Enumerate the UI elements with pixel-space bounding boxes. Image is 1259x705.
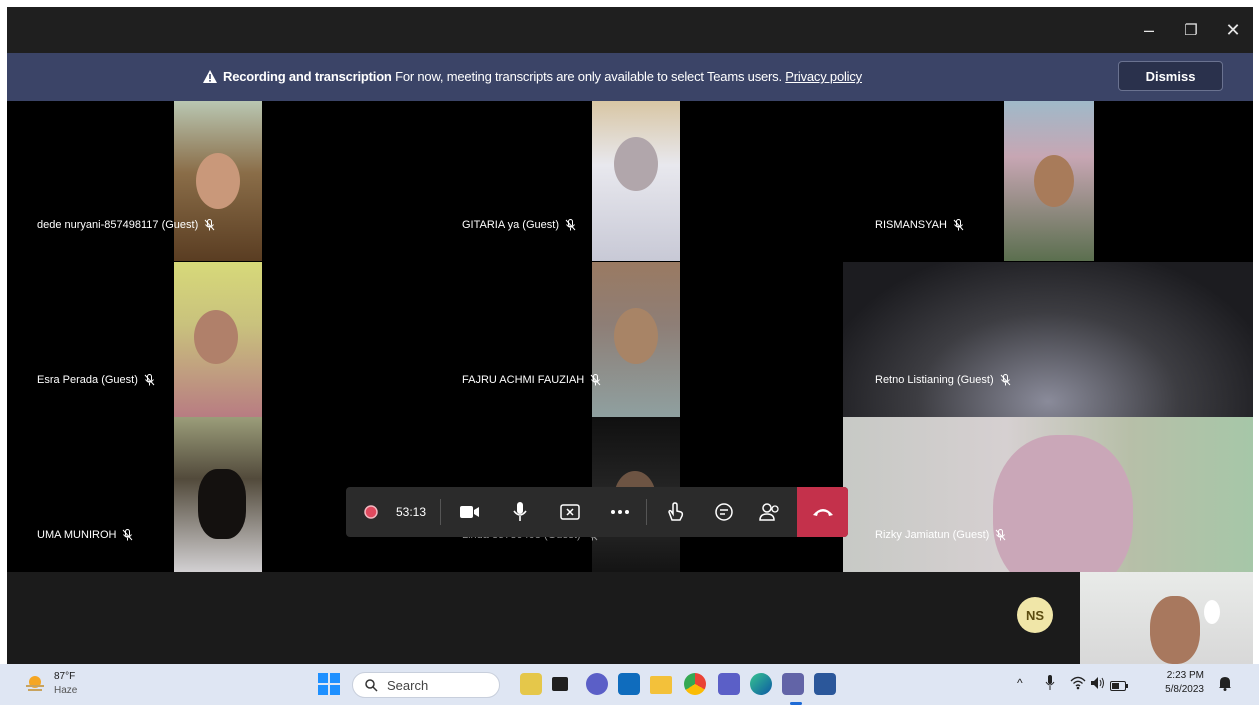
participant-video — [174, 417, 262, 572]
file-explorer-icon[interactable] — [650, 676, 672, 694]
privacy-policy-link[interactable]: Privacy policy — [785, 69, 862, 84]
participant-label: dede nuryani-857498117 (Guest) — [37, 219, 215, 231]
teams-chat-icon[interactable] — [586, 673, 608, 695]
warning-icon — [203, 70, 217, 86]
recording-banner: Recording and transcription For now, mee… — [7, 53, 1253, 101]
search-placeholder: Search — [387, 678, 429, 693]
mic-muted-icon — [995, 529, 1006, 541]
weather-desc: Haze — [54, 685, 78, 696]
microphone-icon — [513, 502, 527, 521]
mic-muted-icon — [590, 374, 601, 386]
teams-classic-icon[interactable] — [782, 673, 804, 695]
participant-label: Retno Listianing (Guest) — [875, 374, 1011, 386]
hang-up-icon — [812, 509, 833, 516]
close-button[interactable]: ✕ — [1213, 7, 1253, 53]
participant-video — [174, 262, 262, 417]
participant-name: Esra Perada (Guest) — [37, 374, 138, 386]
participant-label: UMA MUNIROH — [37, 529, 133, 541]
battery-icon[interactable] — [1110, 678, 1128, 696]
participant-label: Rizky Jamiatun (Guest) — [875, 529, 1006, 541]
mic-muted-icon — [144, 374, 155, 386]
mic-muted-icon — [204, 219, 215, 231]
participant-name: Rizky Jamiatun (Guest) — [875, 529, 990, 541]
microphone-button[interactable] — [500, 487, 540, 537]
dismiss-button[interactable]: Dismiss — [1118, 61, 1223, 91]
banner-title: Recording and transcription — [223, 69, 392, 84]
participant-name: FAJRU ACHMI FAUZIAH — [462, 374, 585, 386]
windows-start-icon[interactable] — [318, 673, 340, 695]
participant-video — [592, 262, 680, 417]
more-options-button[interactable] — [600, 487, 640, 537]
minimize-button[interactable]: – — [1129, 7, 1169, 53]
mic-muted-icon — [953, 219, 964, 231]
weather-temp: 87°F — [54, 671, 76, 682]
wifi-icon[interactable] — [1070, 676, 1086, 695]
call-controls: 53:13 — [346, 487, 848, 537]
participant-name: dede nuryani-857498117 (Guest) — [37, 219, 199, 231]
record-icon — [360, 487, 382, 537]
teams-icon[interactable] — [718, 673, 740, 695]
leave-call-button[interactable] — [797, 487, 848, 537]
participants-button[interactable] — [750, 487, 790, 537]
participant-name: RISMANSYAH — [875, 219, 947, 231]
mic-muted-icon — [122, 529, 133, 541]
chat-icon — [715, 503, 733, 521]
participant-name: Retno Listianing (Guest) — [875, 374, 994, 386]
share-screen-button[interactable] — [550, 487, 590, 537]
teams-meeting-window: – ❐ ✕ Recording and transcription For no… — [7, 7, 1253, 664]
weather-haze-icon[interactable] — [24, 673, 46, 695]
clock-time[interactable]: 2:23 PM — [1160, 670, 1204, 681]
maximize-button[interactable]: ❐ — [1171, 7, 1211, 53]
taskbar-search-box[interactable]: Search — [352, 672, 500, 698]
participant-label: GITARIA ya (Guest) — [462, 219, 576, 231]
self-view-strip — [7, 572, 1253, 664]
raise-hand-icon — [668, 502, 684, 521]
participant-label: Esra Perada (Guest) — [37, 374, 155, 386]
chat-button[interactable] — [704, 487, 744, 537]
chrome-icon[interactable] — [684, 673, 706, 695]
share-screen-icon — [560, 504, 580, 520]
participant-name: GITARIA ya (Guest) — [462, 219, 559, 231]
participant-label: RISMANSYAH — [875, 219, 964, 231]
banner-text: Recording and transcription For now, mee… — [203, 69, 862, 86]
people-icon — [759, 503, 779, 521]
participant-name: UMA MUNIROH — [37, 529, 117, 541]
user-avatar[interactable]: NS — [1017, 597, 1053, 633]
widgets-icon[interactable] — [520, 673, 542, 695]
participant-video — [592, 101, 680, 261]
camera-button[interactable] — [450, 487, 490, 537]
banner-message: For now, meeting transcripts are only av… — [395, 69, 782, 84]
mail-icon[interactable] — [618, 673, 640, 695]
call-timer: 53:13 — [395, 505, 427, 519]
participant-video — [843, 417, 1253, 572]
self-video — [1080, 572, 1253, 664]
search-icon — [365, 679, 378, 692]
participant-label: FAJRU ACHMI FAUZIAH — [462, 374, 601, 386]
title-bar: – ❐ ✕ — [7, 7, 1253, 53]
participant-video — [1004, 101, 1094, 261]
word-icon[interactable] — [814, 673, 836, 695]
edge-icon[interactable] — [750, 673, 772, 695]
raise-hand-button[interactable] — [656, 487, 696, 537]
participant-video — [843, 262, 1253, 417]
mic-muted-icon — [565, 219, 576, 231]
participant-video — [174, 101, 262, 261]
volume-icon[interactable] — [1090, 676, 1106, 695]
more-icon — [611, 510, 629, 514]
microphone-tray-icon[interactable] — [1045, 675, 1055, 691]
notification-bell-icon[interactable] — [1218, 675, 1232, 696]
clock-date[interactable]: 5/8/2023 — [1150, 684, 1204, 695]
chevron-up-icon[interactable]: ^ — [1017, 676, 1023, 690]
task-view-icon[interactable] — [552, 677, 568, 691]
windows-taskbar: 87°F Haze Search ^ 2:23 PM 5/8/2023 — [0, 664, 1259, 705]
mic-muted-icon — [1000, 374, 1011, 386]
video-camera-icon — [460, 506, 479, 518]
